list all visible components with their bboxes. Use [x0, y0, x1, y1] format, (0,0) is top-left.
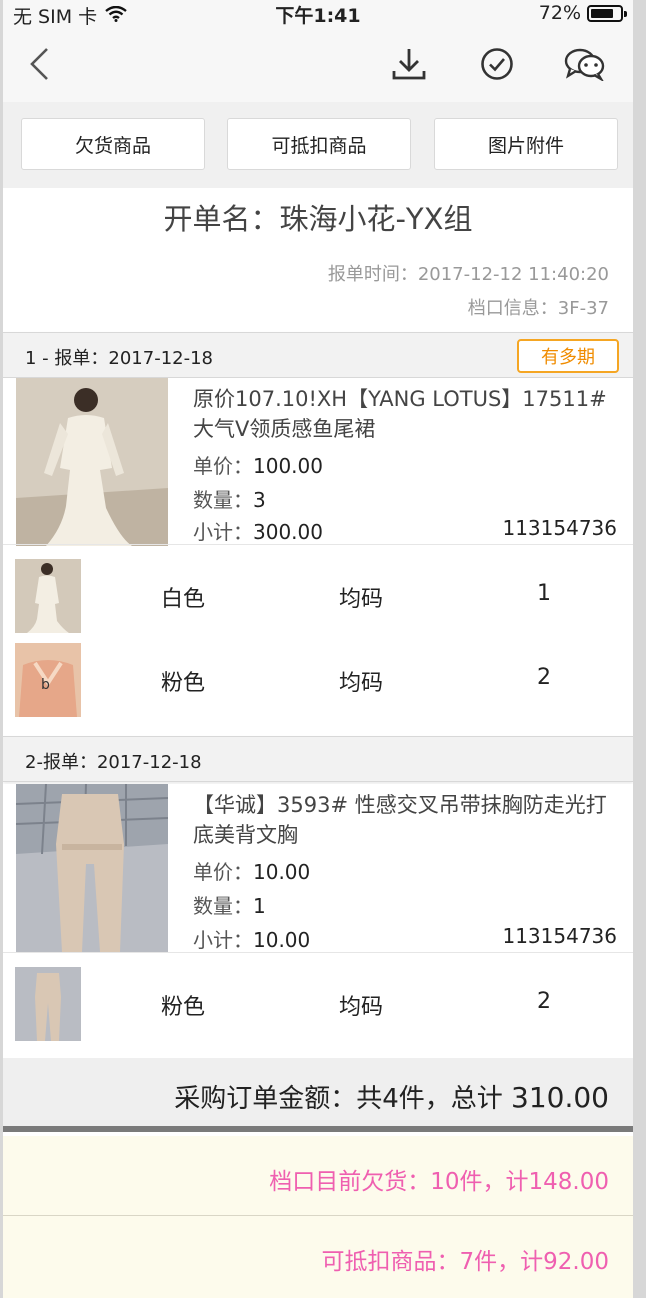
variant-image — [15, 967, 81, 1041]
report-time-value: 2017-12-12 11:40:20 — [417, 264, 609, 285]
order-total-amount: 310.00 — [511, 1081, 609, 1114]
tab-image-attachments[interactable]: 图片附件 — [434, 118, 618, 170]
stall-info-value: 3F-37 — [557, 298, 609, 319]
wechat-icon[interactable] — [563, 42, 607, 86]
product-code: 113154736 — [502, 516, 617, 540]
tab-bar: 欠货商品 可抵扣商品 图片附件 — [3, 102, 633, 188]
deductible-row: 可抵扣商品：7件，计92.00 — [3, 1216, 633, 1298]
report-time-label: 报单时间： — [327, 264, 418, 285]
stall-info-row: 档口信息：3F-37 — [468, 294, 609, 320]
unit-price: 单价：100.00 — [193, 454, 323, 478]
product-image — [16, 378, 168, 546]
variant-color: 粉色 — [161, 671, 206, 696]
subtotal: 小计：300.00 — [193, 520, 323, 544]
variant-qty: 1 — [537, 581, 551, 606]
product-image — [16, 784, 168, 952]
nav-bar — [3, 28, 633, 102]
report-time-row: 报单时间：2017-12-12 11:40:20 — [328, 260, 609, 286]
variant-image — [15, 559, 81, 633]
order-header-label: 2-报单：2017-12-18 — [25, 752, 202, 773]
order-total-label: 采购订单金额：共4件，总计 — [174, 1084, 503, 1114]
battery-percent: 72% — [538, 2, 581, 24]
deductible-text: 可抵扣商品：7件，计92.00 — [321, 1249, 609, 1275]
variant-qty: 2 — [537, 989, 551, 1014]
variant-image: b — [15, 643, 81, 717]
app-screen: 无 SIM 卡 下午1:41 72% 欠货商品 可抵扣商品 图片附件 开单名：珠… — [3, 0, 633, 1298]
variant-qty: 2 — [537, 665, 551, 690]
stall-owed-row: 档口目前欠货：10件，计148.00 — [3, 1136, 633, 1216]
divider — [3, 544, 633, 545]
tab-owed-goods[interactable]: 欠货商品 — [21, 118, 205, 170]
quantity: 数量：3 — [193, 488, 266, 512]
stall-owed-text: 档口目前欠货：10件，计148.00 — [269, 1169, 609, 1195]
order-total-bar: 采购订单金额：共4件，总计 310.00 — [3, 1058, 633, 1132]
order-header: 2-报单：2017-12-18 — [3, 736, 633, 782]
variant-size: 均码 — [339, 587, 384, 612]
quantity: 数量：1 — [193, 894, 266, 918]
unit-price: 单价：10.00 — [193, 860, 311, 884]
variant-color: 白色 — [161, 587, 206, 612]
order-header: 1 - 报单：2017-12-18 有多期 — [3, 332, 633, 378]
battery-icon — [587, 4, 627, 22]
product-card[interactable]: 【华诚】3593# 性感交叉吊带抹胸防走光打底美背文胸 单价：10.00 数量：… — [3, 784, 633, 952]
product-name: 【华诚】3593# 性感交叉吊带抹胸防走光打底美背文胸 — [193, 793, 607, 847]
divider — [3, 952, 633, 953]
variant-size: 均码 — [339, 671, 384, 696]
order-title: 开单名：珠海小花-YX组 — [163, 202, 473, 236]
back-icon[interactable] — [17, 42, 61, 86]
variant-row: 粉色 均码 2 — [3, 964, 633, 1044]
order-header-label: 1 - 报单：2017-12-18 — [25, 348, 213, 369]
variant-color: 粉色 — [161, 995, 206, 1020]
download-icon[interactable] — [387, 42, 431, 86]
svg-text:b: b — [41, 677, 50, 693]
subtotal: 小计：10.00 — [193, 928, 311, 952]
product-card[interactable]: 原价107.10!XH【YANG LOTUS】17511# 大气V领质感鱼尾裙 … — [3, 378, 633, 546]
product-code: 113154736 — [502, 924, 617, 948]
tab-deductible-goods[interactable]: 可抵扣商品 — [227, 118, 411, 170]
order-total: 采购订单金额：共4件，总计 310.00 — [174, 1078, 609, 1115]
variant-row: 白色 均码 1 — [3, 556, 633, 636]
check-circle-icon[interactable] — [475, 42, 519, 86]
variant-row: b 粉色 均码 2 — [3, 640, 633, 720]
stall-info-label: 档口信息： — [467, 298, 558, 319]
multi-period-button[interactable]: 有多期 — [517, 339, 619, 373]
variant-size: 均码 — [339, 995, 384, 1020]
status-bar: 无 SIM 卡 下午1:41 72% — [3, 0, 633, 28]
product-name: 原价107.10!XH【YANG LOTUS】17511# 大气V领质感鱼尾裙 — [193, 387, 607, 441]
